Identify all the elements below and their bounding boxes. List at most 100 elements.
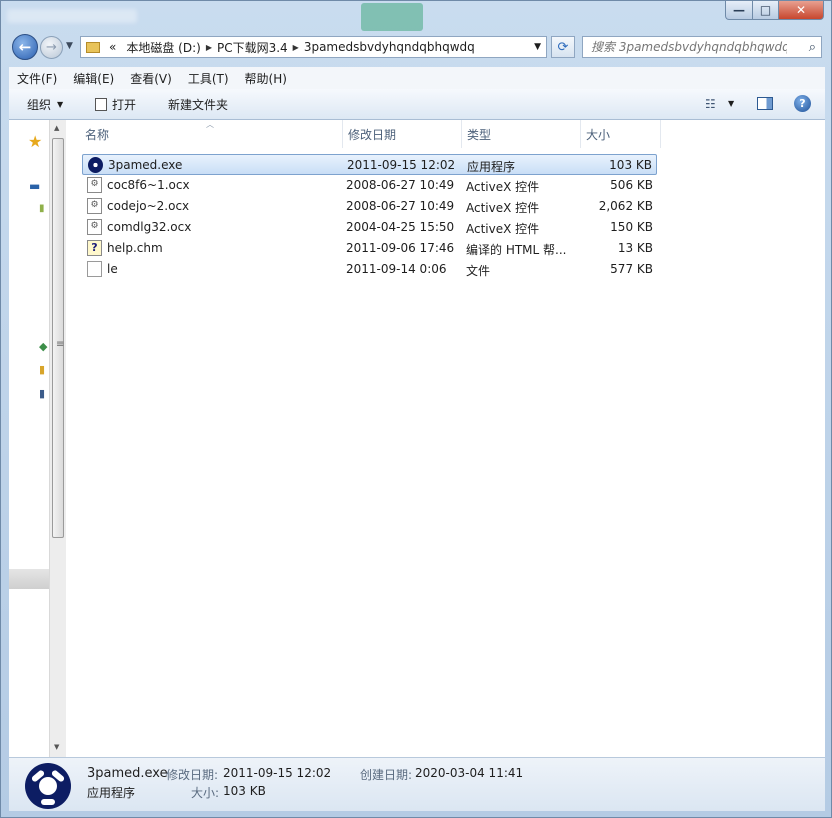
file-type: 文件: [466, 264, 491, 278]
refresh-icon: ⟳: [557, 39, 569, 55]
back-button[interactable]: ←: [12, 34, 38, 60]
details-modified-label: 修改日期:: [166, 768, 219, 782]
explorer-window: — □ ✕ ← → ▼ « 本地磁盘 (D:) ▶ PC下载网3.4 ▶ 3pa…: [0, 0, 832, 818]
ocx-icon: ⚙: [87, 219, 102, 235]
minimize-button[interactable]: —: [725, 1, 753, 20]
chevron-down-icon: ▼: [57, 100, 64, 109]
favorites-star-icon[interactable]: ★: [28, 132, 42, 151]
details-pane: 3pamed.exe 应用程序 修改日期: 2011-09-15 12:02 创…: [9, 757, 825, 811]
details-created-value: 2020-03-04 11:41: [415, 766, 524, 780]
details-file-type: 应用程序: [87, 786, 136, 800]
forward-button[interactable]: →: [40, 36, 63, 59]
computer-icon[interactable]: ▮: [39, 363, 45, 376]
icon-blade: [41, 799, 55, 805]
details-size-label: 大小:: [191, 786, 220, 800]
column-header-name[interactable]: 名称: [80, 120, 343, 148]
grip-icon: ≡: [56, 339, 65, 350]
navigation-bar: ← → ▼ « 本地磁盘 (D:) ▶ PC下载网3.4 ▶ 3pamedsbv…: [1, 31, 831, 65]
menu-bar: 文件(F) 编辑(E) 查看(V) 工具(T) 帮助(H): [9, 67, 825, 89]
navigation-pane[interactable]: ★ ▬ ▮ ◆ ▮ ▮: [9, 120, 49, 757]
search-input[interactable]: [591, 40, 787, 54]
breadcrumb-arrow-icon[interactable]: ▶: [293, 43, 299, 52]
title-bar[interactable]: — □ ✕: [1, 1, 831, 31]
recent-pages-dropdown[interactable]: ▼: [66, 41, 73, 51]
file-name: le: [107, 262, 118, 276]
organize-label: 组织: [27, 98, 52, 112]
view-options-icon[interactable]: ☷: [705, 97, 716, 111]
file-type: ActiveX 控件: [466, 201, 540, 215]
address-segment-folder[interactable]: PC下载网3.4: [217, 39, 288, 56]
command-bar: 组织 ▼ 打开 新建文件夹 ☷ ▼ ?: [9, 89, 825, 120]
open-icon: [95, 98, 107, 111]
scroll-down-icon[interactable]: ▼: [54, 743, 59, 751]
table-row[interactable]: ⚙ codejo~2.ocx 2008-06-27 10:49 ActiveX …: [82, 196, 657, 217]
table-row[interactable]: ⚙ coc8f6~1.ocx 2008-06-27 10:49 ActiveX …: [82, 175, 657, 196]
details-modified-value: 2011-09-15 12:02: [223, 766, 332, 780]
chevron-down-icon: ▼: [66, 41, 73, 51]
new-folder-label: 新建文件夹: [168, 98, 229, 112]
column-header-type[interactable]: 类型: [462, 120, 581, 148]
open-button[interactable]: 打开: [95, 96, 136, 113]
file-type: ActiveX 控件: [466, 222, 540, 236]
file-type: 应用程序: [467, 160, 516, 174]
ocx-icon: ⚙: [87, 177, 102, 193]
file-modified: 2011-09-06 17:46: [346, 241, 455, 255]
file-name: comdlg32.ocx: [107, 220, 192, 234]
navigation-scrollbar[interactable]: ▲ ≡ ▼: [49, 120, 66, 757]
close-button[interactable]: ✕: [778, 1, 824, 20]
file-size: 103 KB: [609, 158, 652, 172]
scroll-up-icon[interactable]: ▲: [54, 124, 59, 132]
address-segment-drive[interactable]: 本地磁盘 (D:): [126, 39, 200, 56]
new-folder-button[interactable]: 新建文件夹: [168, 96, 228, 113]
file-list[interactable]: ︿ 名称 修改日期 类型 大小 3pamed.exe 2011-09-15 12…: [66, 120, 825, 757]
title-overlay: [361, 3, 423, 31]
breadcrumb-arrow-icon[interactable]: ▶: [206, 43, 212, 52]
table-row[interactable]: le 2011-09-14 0:06 文件 577 KB: [82, 259, 657, 280]
icon-center: [39, 777, 57, 795]
column-type-label: 类型: [467, 127, 492, 142]
network-icon[interactable]: ▮: [39, 387, 45, 400]
menu-file[interactable]: 文件(F): [9, 70, 65, 87]
file-modified: 2008-06-27 10:49: [346, 178, 455, 192]
details-file-name: 3pamed.exe: [87, 766, 168, 781]
search-box[interactable]: ⌕: [582, 36, 822, 58]
table-row[interactable]: 3pamed.exe 2011-09-15 12:02 应用程序 103 KB: [82, 154, 657, 175]
column-modified-label: 修改日期: [348, 127, 397, 142]
scrollbar-thumb[interactable]: ≡: [52, 138, 64, 538]
menu-view[interactable]: 查看(V): [122, 70, 180, 87]
arrow-right-icon: →: [46, 40, 57, 55]
menu-edit[interactable]: 编辑(E): [65, 70, 122, 87]
maximize-button[interactable]: □: [752, 1, 779, 20]
address-overflow[interactable]: «: [109, 40, 116, 54]
menu-help[interactable]: 帮助(H): [237, 70, 295, 87]
open-label: 打开: [112, 98, 137, 112]
address-segment-current[interactable]: 3pamedsbvdyhqndqbhqwdq: [304, 40, 475, 54]
menu-tools[interactable]: 工具(T): [180, 70, 237, 87]
table-row[interactable]: ? help.chm 2011-09-06 17:46 编译的 HTML 帮..…: [82, 238, 657, 259]
help-icon[interactable]: ?: [794, 95, 811, 112]
file-name: 3pamed.exe: [108, 158, 183, 172]
column-name-label: 名称: [85, 127, 110, 142]
library-icon[interactable]: ▮: [39, 203, 45, 214]
ocx-icon: ⚙: [87, 198, 102, 214]
file-icon: [87, 261, 102, 277]
desktop-icon[interactable]: ▬: [29, 179, 40, 193]
file-modified: 2011-09-14 0:06: [346, 262, 447, 276]
view-dropdown-icon[interactable]: ▼: [728, 99, 734, 108]
preview-pane-icon[interactable]: [757, 97, 773, 110]
organize-button[interactable]: 组织 ▼: [27, 96, 63, 113]
address-dropdown-icon[interactable]: ▼: [534, 42, 541, 52]
refresh-button[interactable]: ⟳: [551, 36, 575, 58]
column-header-size[interactable]: 大小: [581, 120, 661, 148]
homegroup-icon[interactable]: ◆: [39, 340, 47, 353]
search-icon[interactable]: ⌕: [809, 40, 816, 55]
file-name: coc8f6~1.ocx: [107, 178, 190, 192]
file-modified: 2004-04-25 15:50: [346, 220, 455, 234]
chm-icon: ?: [87, 240, 102, 256]
window-title-blurred: [7, 9, 137, 23]
file-name: help.chm: [107, 241, 163, 255]
address-bar[interactable]: « 本地磁盘 (D:) ▶ PC下载网3.4 ▶ 3pamedsbvdyhqnd…: [80, 36, 547, 58]
file-size: 150 KB: [610, 220, 653, 234]
table-row[interactable]: ⚙ comdlg32.ocx 2004-04-25 15:50 ActiveX …: [82, 217, 657, 238]
column-header-modified[interactable]: 修改日期: [343, 120, 462, 148]
